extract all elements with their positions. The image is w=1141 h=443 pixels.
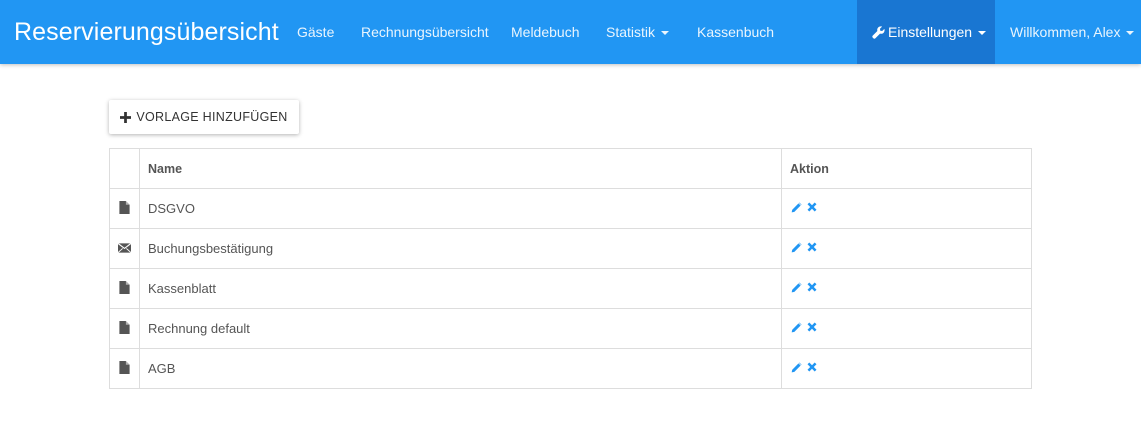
nav-item-einstellungen-label: Einstellungen [888, 24, 973, 40]
template-type-cell [109, 348, 140, 389]
delete-icon[interactable] [806, 321, 818, 336]
user-menu-label: Willkommen, Alex [1010, 24, 1121, 40]
table-row: AGB [109, 348, 1032, 389]
delete-icon[interactable] [806, 281, 818, 296]
file-icon [119, 280, 130, 297]
nav-item-einstellungen[interactable]: Einstellungen [857, 0, 995, 64]
name-column-header: Name [139, 148, 782, 189]
template-name: DSGVO [139, 188, 782, 229]
edit-icon[interactable] [790, 321, 803, 337]
nav-item-statistik-label: Statistik [606, 24, 656, 40]
brand-title[interactable]: Reservierungsübersicht [14, 0, 279, 64]
nav-item-statistik[interactable]: Statistik [606, 0, 670, 64]
table-row: Kassenblatt [109, 268, 1032, 309]
chevron-down-icon [1126, 31, 1135, 35]
action-cell [781, 348, 1032, 389]
table-row: DSGVO [109, 188, 1032, 229]
envelope-icon [117, 241, 132, 256]
action-cell [781, 188, 1032, 229]
action-cell [781, 308, 1032, 349]
templates-table: Name Aktion DSGVO Buchungsbestätigung Ka… [109, 148, 1032, 389]
template-name: Kassenblatt [139, 268, 782, 309]
template-type-cell [109, 228, 140, 269]
table-row: Rechnung default [109, 308, 1032, 349]
nav-item-meldebuch[interactable]: Meldebuch [511, 0, 580, 64]
delete-icon[interactable] [806, 361, 818, 376]
template-name: AGB [139, 348, 782, 389]
action-cell [781, 268, 1032, 309]
top-navbar: Reservierungsübersicht Gäste Rechnungsüb… [0, 0, 1141, 64]
action-cell [781, 228, 1032, 269]
delete-icon[interactable] [806, 241, 818, 256]
table-row: Buchungsbestätigung [109, 228, 1032, 269]
nav-item-gaeste[interactable]: Gäste [297, 0, 334, 64]
template-type-cell [109, 268, 140, 309]
template-name: Buchungsbestätigung [139, 228, 782, 269]
file-icon [119, 320, 130, 337]
file-icon [119, 200, 130, 217]
edit-icon[interactable] [790, 281, 803, 297]
plus-icon [120, 111, 132, 123]
nav-item-kassenbuch[interactable]: Kassenbuch [697, 0, 774, 64]
edit-icon[interactable] [790, 241, 803, 257]
nav-item-rechnungsuebersicht[interactable]: Rechnungsübersicht [361, 0, 489, 64]
chevron-down-icon [978, 31, 987, 35]
add-template-label: VORLAGE HINZUFÜGEN [136, 110, 288, 124]
edit-icon[interactable] [790, 201, 803, 217]
template-type-cell [109, 188, 140, 229]
action-column-header: Aktion [781, 148, 1032, 189]
file-icon [119, 360, 130, 377]
wrench-icon [872, 26, 885, 39]
user-menu[interactable]: Willkommen, Alex [1010, 0, 1135, 64]
edit-icon[interactable] [790, 361, 803, 377]
template-type-cell [109, 308, 140, 349]
add-template-button[interactable]: VORLAGE HINZUFÜGEN [109, 100, 299, 134]
table-header-row: Name Aktion [109, 148, 1032, 189]
template-name: Rechnung default [139, 308, 782, 349]
icon-column-header [109, 148, 140, 189]
delete-icon[interactable] [806, 201, 818, 216]
chevron-down-icon [661, 31, 670, 35]
